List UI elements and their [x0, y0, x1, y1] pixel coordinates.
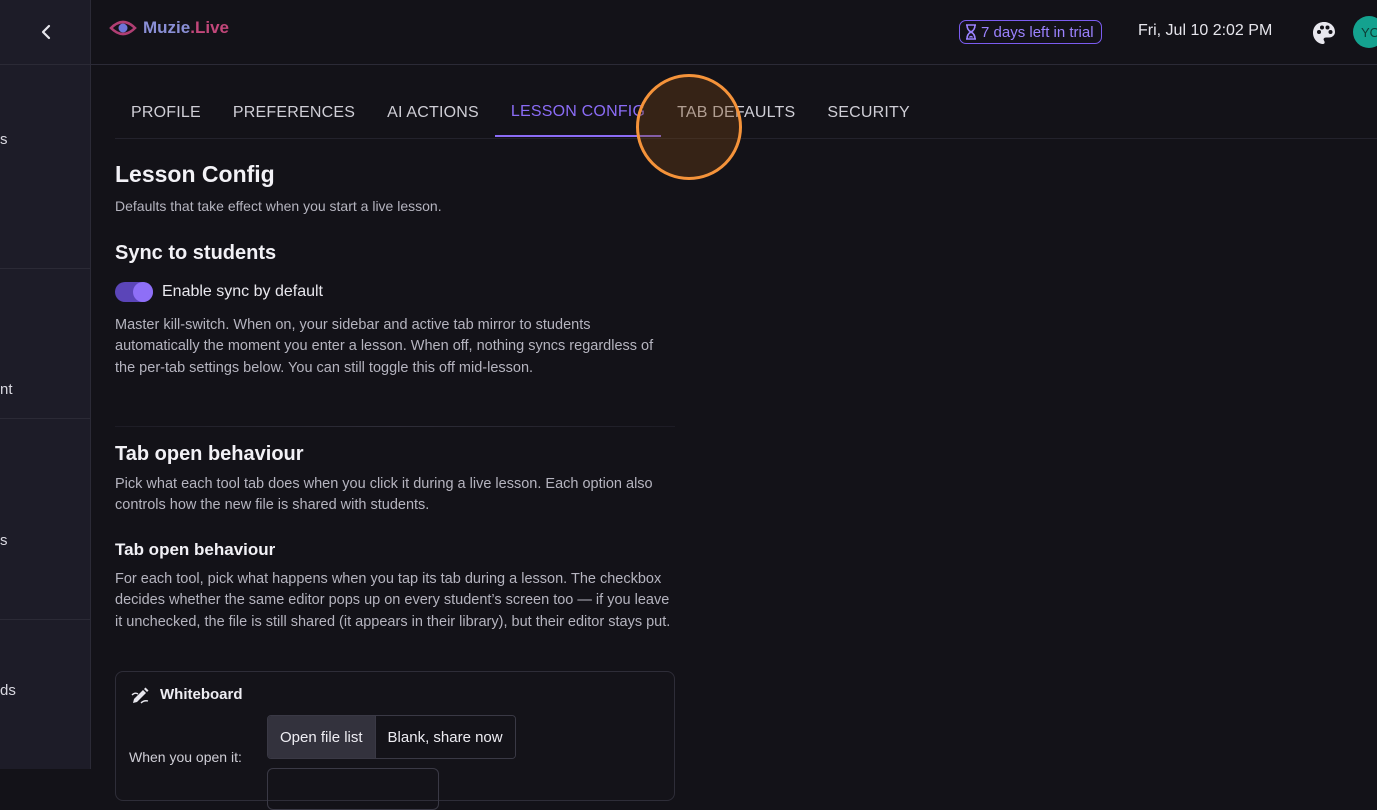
- page-title: Lesson Config: [115, 161, 275, 187]
- brand-name: Muzie.Live: [143, 18, 229, 37]
- tab-open-description: Pick what each tool tab does when you cl…: [115, 476, 653, 514]
- chevron-left-icon: [41, 24, 51, 40]
- sidebar: s nt s ds: [0, 0, 91, 769]
- tab-open-sub-description: For each tool, pick what happens when yo…: [115, 571, 671, 630]
- tab-preferences[interactable]: PREFERENCES: [217, 88, 371, 137]
- section-divider: [115, 426, 675, 427]
- settings-tabs: PROFILE PREFERENCES AI ACTIONS LESSON CO…: [115, 88, 1377, 139]
- avatar[interactable]: YO: [1353, 16, 1377, 48]
- open-file-list-option[interactable]: Open file list: [268, 716, 375, 758]
- sidebar-divider: [0, 418, 90, 419]
- current-datetime: Fri, Jul 10 2:02 PM: [1138, 22, 1273, 39]
- collapse-sidebar-button[interactable]: [30, 18, 62, 46]
- page-subtitle: Defaults that take effect when you start…: [115, 198, 442, 214]
- palette-icon[interactable]: [1311, 20, 1337, 46]
- hourglass-icon: [966, 24, 976, 40]
- whiteboard-title: Whiteboard: [160, 686, 243, 703]
- whiteboard-card: Whiteboard Open file list Blank, share n…: [115, 671, 675, 810]
- sidebar-item-label[interactable]: ds: [0, 682, 16, 699]
- sync-description: Master kill-switch. When on, your sideba…: [115, 317, 654, 376]
- tab-open-heading: Tab open behaviour: [115, 443, 304, 465]
- blank-share-now-option[interactable]: Blank, share now: [374, 716, 515, 758]
- draw-icon: [131, 687, 149, 704]
- sidebar-item-label[interactable]: s: [0, 131, 8, 148]
- toggle-knob: [133, 282, 153, 302]
- tab-lesson-config[interactable]: LESSON CONFIG: [494, 88, 662, 137]
- sidebar-divider: [0, 268, 90, 269]
- trial-text: 7 days left in trial: [981, 23, 1094, 41]
- sidebar-item-label[interactable]: s: [0, 532, 8, 549]
- trial-badge[interactable]: 7 days left in trial: [959, 20, 1102, 44]
- sidebar-divider: [0, 619, 90, 620]
- sync-heading: Sync to students: [115, 242, 277, 264]
- share-checkbox-field[interactable]: [267, 768, 439, 810]
- tab-ai-actions[interactable]: AI ACTIONS: [371, 88, 495, 137]
- sidebar-item-label[interactable]: nt: [0, 381, 13, 398]
- sync-toggle-label[interactable]: Enable sync by default: [162, 283, 323, 301]
- sync-toggle-row[interactable]: Enable sync by default: [115, 282, 323, 302]
- open-behaviour-label: When you open it:: [129, 749, 242, 765]
- avatar-initials: YO: [1361, 24, 1377, 40]
- eye-logo-icon: [109, 20, 137, 36]
- app-logo[interactable]: Muzie.Live: [109, 18, 229, 38]
- tab-security[interactable]: SECURITY: [811, 88, 926, 137]
- tab-profile[interactable]: PROFILE: [115, 88, 217, 137]
- tab-open-subheading: Tab open behaviour: [115, 540, 276, 559]
- top-bar: Muzie.Live 7 days left in trial Fri, Jul…: [91, 0, 1377, 65]
- open-behaviour-selector: Open file list Blank, share now: [267, 715, 516, 759]
- sync-toggle[interactable]: [115, 282, 153, 302]
- tab-tab-defaults[interactable]: TAB DEFAULTS: [661, 88, 811, 137]
